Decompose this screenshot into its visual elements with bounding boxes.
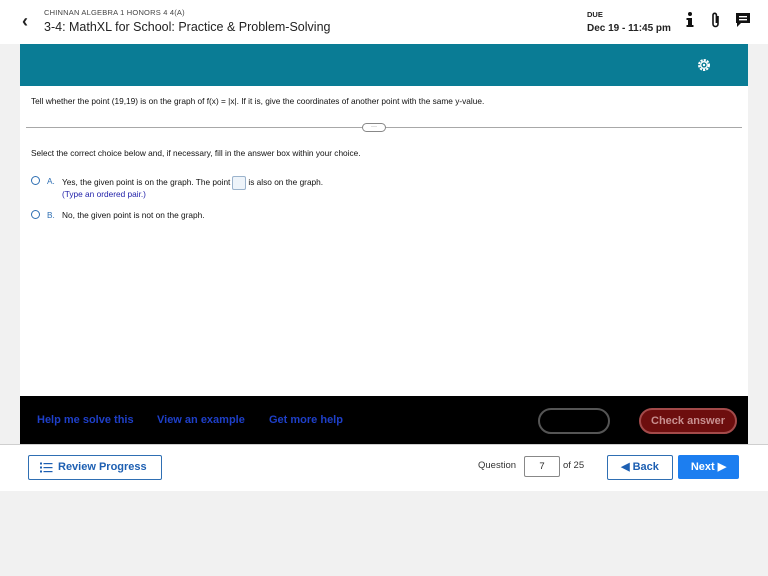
choice-a-text-before: Yes, the given point is on the graph. Th…: [62, 177, 231, 188]
gear-icon[interactable]: [697, 58, 711, 77]
choice-b-letter: B.: [47, 210, 55, 220]
help-bar: Help me solve this View an example Get m…: [20, 396, 748, 444]
review-progress-button[interactable]: Review Progress: [28, 455, 162, 480]
clear-all-button[interactable]: Clear all: [538, 408, 610, 434]
due-date: Dec 19 - 11:45 pm: [587, 23, 671, 34]
question-panel: Tell whether the point (19,19) is on the…: [20, 86, 748, 396]
next-label: Next: [690, 461, 715, 473]
next-button[interactable]: Next ▶: [678, 455, 739, 479]
choice-a-text: Yes, the given point is on the graph. Th…: [62, 176, 323, 190]
chevron-left-icon[interactable]: ‹: [22, 12, 28, 30]
choice-b-text: No, the given point is not on the graph.: [62, 210, 205, 220]
help-me-solve-link[interactable]: Help me solve this: [37, 414, 134, 426]
divider-handle[interactable]: ···: [362, 123, 386, 132]
choice-b-radio[interactable]: [31, 210, 40, 219]
answer-box[interactable]: [232, 176, 247, 190]
question-number-input[interactable]: 7: [524, 456, 560, 477]
chat-icon[interactable]: [735, 11, 751, 34]
choice-a-text-after: is also on the graph.: [248, 177, 324, 188]
list-icon: [40, 462, 53, 473]
toolbar-band: [20, 44, 748, 86]
back-label: Back: [632, 461, 659, 473]
view-example-link[interactable]: View an example: [157, 414, 245, 426]
info-icon[interactable]: [685, 11, 695, 34]
choice-a-hint: (Type an ordered pair.): [62, 189, 146, 199]
question-prompt: Tell whether the point (19,19) is on the…: [31, 96, 485, 106]
triangle-left-icon: ◀: [621, 461, 630, 473]
triangle-right-icon: ▶: [717, 461, 727, 473]
footer-bar: Review Progress Question 7 of 25 ◀ Back …: [0, 445, 768, 491]
choice-a-radio[interactable]: [31, 176, 40, 185]
due-label: DUE: [587, 10, 603, 19]
question-label: Question: [478, 460, 517, 471]
question-instruction: Select the correct choice below and, if …: [31, 148, 361, 158]
assignment-title: 3-4: MathXL for School: Practice & Probl…: [44, 20, 331, 34]
paperclip-icon[interactable]: [711, 11, 721, 34]
check-answer-button[interactable]: Check answer: [639, 408, 737, 434]
assignment-header: ‹ CHINNAN ALGEBRA 1 HONORS 4 4(A) 3-4: M…: [0, 0, 768, 44]
question-total: of 25: [563, 460, 585, 471]
get-more-help-link[interactable]: Get more help: [269, 414, 343, 426]
choice-a-letter: A.: [47, 176, 55, 186]
back-button[interactable]: ◀ Back: [607, 455, 673, 480]
review-progress-label: Review Progress: [58, 461, 147, 473]
course-name: CHINNAN ALGEBRA 1 HONORS 4 4(A): [44, 8, 185, 17]
